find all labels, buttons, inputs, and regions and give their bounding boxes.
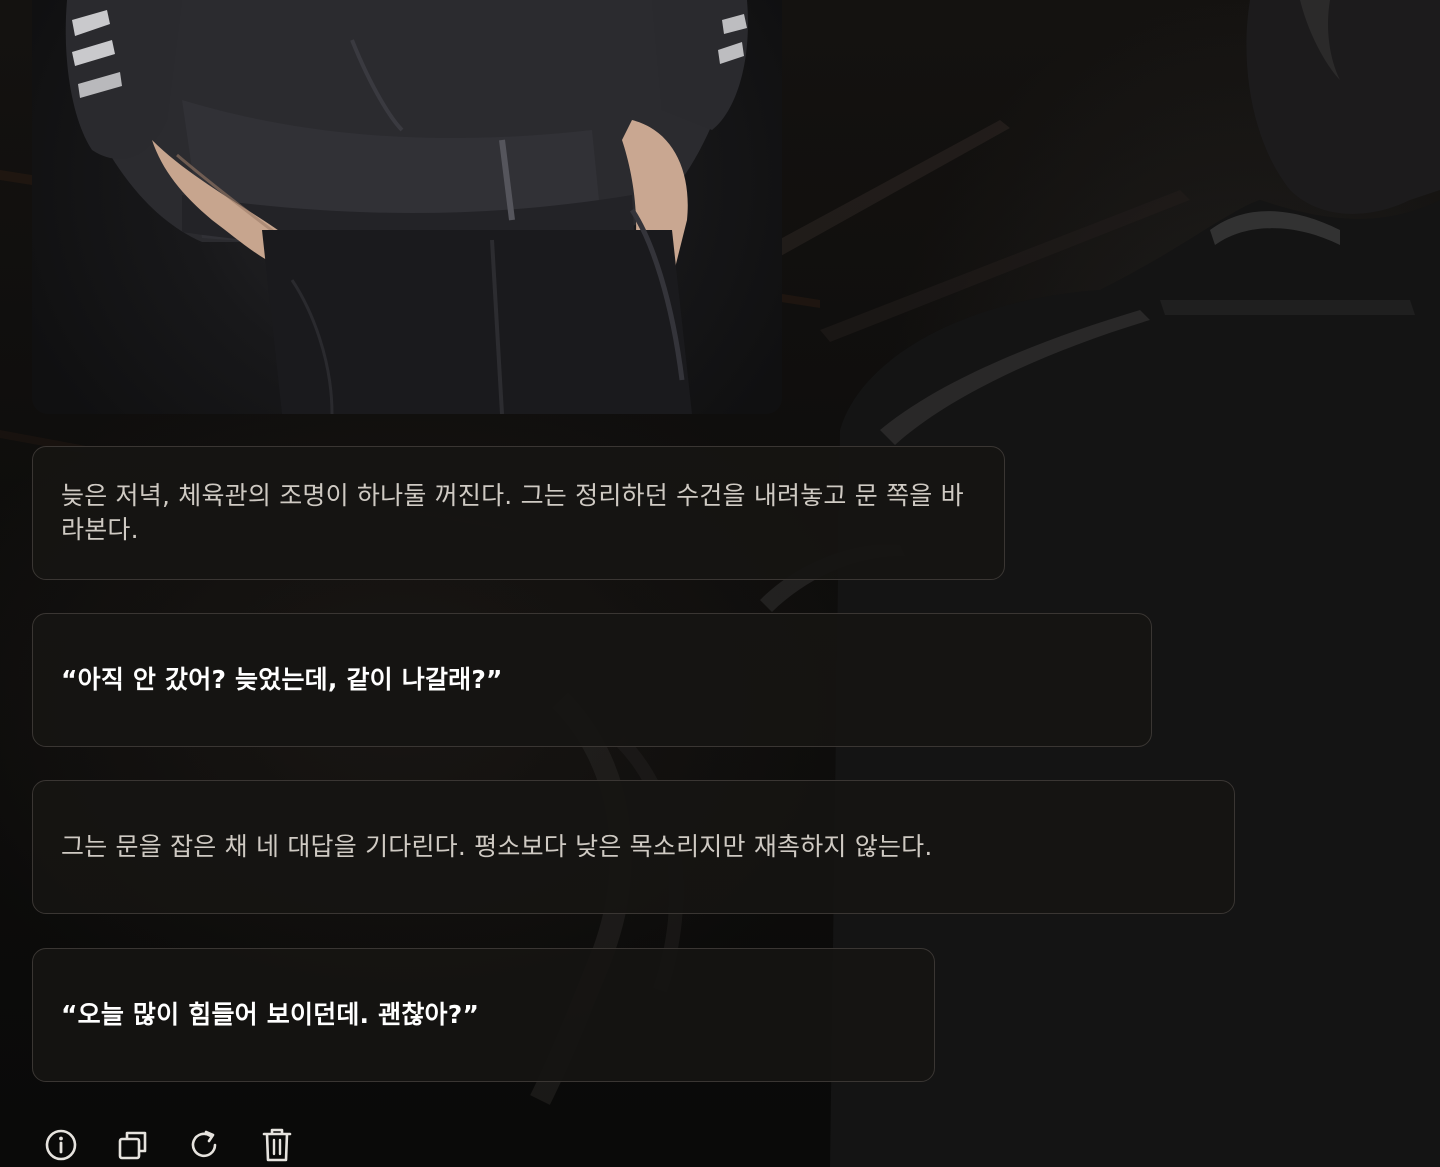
regenerate-icon [191,1130,217,1158]
message-bubble-narration: 그는 문을 잡은 채 네 대답을 기다린다. 평소보다 낮은 목소리지만 재촉하… [32,780,1235,914]
message-action-toolbar [44,1126,294,1164]
message-text: “아직 안 갔어? 늦었는데, 같이 나갈래?” [61,665,503,694]
regenerate-button[interactable] [188,1126,222,1164]
message-text: 그는 문을 잡은 채 네 대답을 기다린다. 평소보다 낮은 목소리지만 재촉하… [61,832,933,861]
copy-button[interactable] [116,1126,150,1164]
message-bubble-dialogue: “아직 안 갔어? 늦었는데, 같이 나갈래?” [32,613,1152,747]
info-icon [45,1129,77,1161]
character-portrait [32,0,782,414]
character-illustration [65,0,748,414]
message-bubble-narration: 늦은 저녁, 체육관의 조명이 하나둘 꺼진다. 그는 정리하던 수건을 내려놓… [32,446,1005,580]
delete-button[interactable] [260,1126,294,1164]
copy-icon [118,1131,147,1160]
message-bubble-dialogue: “오늘 많이 힘들어 보이던데. 괜찮아?” [32,948,935,1082]
message-text: 늦은 저녁, 체육관의 조명이 하나둘 꺼진다. 그는 정리하던 수건을 내려놓… [61,481,964,544]
trash-icon [262,1128,292,1162]
info-button[interactable] [44,1126,78,1164]
message-text: “오늘 많이 힘들어 보이던데. 괜찮아?” [61,1000,480,1029]
